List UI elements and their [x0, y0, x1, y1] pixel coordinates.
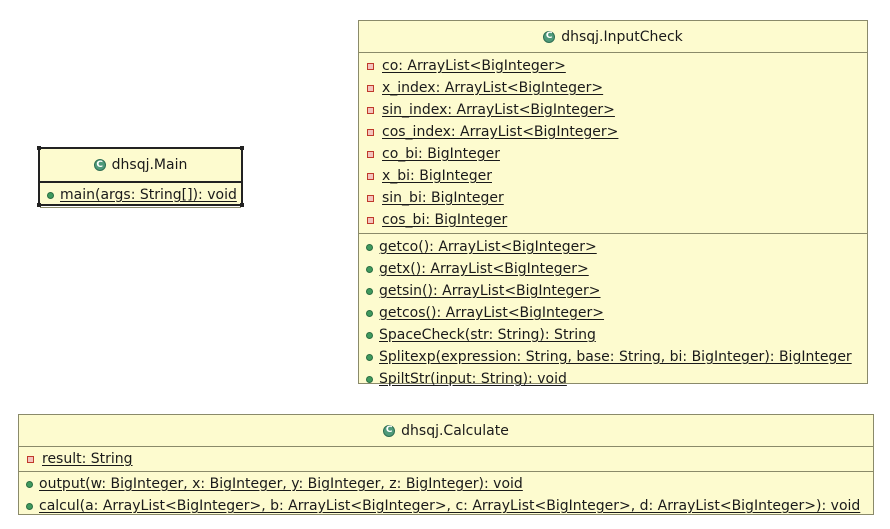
field-row[interactable]: x_index: ArrayList<BigInteger>: [359, 77, 867, 99]
field-row[interactable]: cos_index: ArrayList<BigInteger>: [359, 121, 867, 143]
method-row[interactable]: getx(): ArrayList<BigInteger>: [359, 258, 867, 280]
class-calculate-methods: output(w: BigInteger, x: BigInteger, y: …: [19, 472, 873, 518]
method-row[interactable]: getco(): ArrayList<BigInteger>: [359, 236, 867, 258]
class-icon: C: [93, 159, 106, 171]
class-inputcheck-fields: co: ArrayList<BigInteger> x_index: ArrayL…: [359, 53, 867, 234]
class-calculate-title: dhsqj.Calculate: [401, 422, 509, 439]
public-method-icon: [366, 309, 373, 317]
class-calculate-header: C dhsqj.Calculate: [19, 415, 873, 447]
public-method-icon: [26, 480, 33, 488]
class-inputcheck-header: C dhsqj.InputCheck: [359, 21, 867, 53]
selection-handle[interactable]: [240, 146, 244, 150]
private-field-icon: [367, 216, 374, 224]
method-signature: main(args: String[]): void: [60, 187, 237, 203]
selection-handle[interactable]: [37, 203, 41, 207]
field-signature: cos_index: ArrayList<BigInteger>: [382, 124, 619, 140]
public-method-icon: [366, 243, 373, 251]
field-row[interactable]: cos_bi: BigInteger: [359, 209, 867, 231]
field-row[interactable]: sin_index: ArrayList<BigInteger>: [359, 99, 867, 121]
public-method-icon: [26, 502, 33, 510]
field-row[interactable]: x_bi: BigInteger: [359, 165, 867, 187]
class-icon: C: [543, 30, 556, 43]
class-main[interactable]: C dhsqj.Main main(args: String[]): void: [37, 146, 244, 208]
field-signature: result: String: [42, 451, 133, 467]
method-signature: getx(): ArrayList<BigInteger>: [379, 261, 589, 277]
private-field-icon: [367, 62, 374, 70]
field-row[interactable]: co: ArrayList<BigInteger>: [359, 55, 867, 77]
public-method-icon: [366, 331, 373, 339]
class-icon: C: [383, 424, 396, 437]
private-field-icon: [367, 150, 374, 158]
method-row[interactable]: calcul(a: ArrayList<BigInteger>, b: Arra…: [19, 495, 873, 517]
method-signature: getcos(): ArrayList<BigInteger>: [379, 305, 605, 321]
class-inputcheck-title: dhsqj.InputCheck: [561, 28, 683, 45]
selection-handle[interactable]: [240, 203, 244, 207]
class-main-title: dhsqj.Main: [111, 157, 188, 173]
method-row[interactable]: getsin(): ArrayList<BigInteger>: [359, 280, 867, 302]
private-field-icon: [367, 128, 374, 136]
method-signature: SpiltStr(input: String): void: [379, 371, 567, 387]
private-field-icon: [367, 194, 374, 202]
class-main-methods: main(args: String[]): void: [40, 183, 241, 208]
private-field-icon: [27, 455, 34, 463]
field-signature: x_bi: BigInteger: [382, 168, 492, 184]
method-signature: calcul(a: ArrayList<BigInteger>, b: Arra…: [39, 498, 861, 514]
method-row[interactable]: SpaceCheck(str: String): String: [359, 324, 867, 346]
public-method-icon: [366, 353, 373, 361]
method-row[interactable]: SpiltStr(input: String): void: [359, 368, 867, 390]
private-field-icon: [367, 84, 374, 92]
field-row[interactable]: co_bi: BigInteger: [359, 143, 867, 165]
method-signature: getsin(): ArrayList<BigInteger>: [379, 283, 601, 299]
selection-handle[interactable]: [37, 146, 41, 150]
class-calculate[interactable]: C dhsqj.Calculate result: String output(…: [18, 414, 874, 515]
method-row[interactable]: Splitexp(expression: String, base: Strin…: [359, 346, 867, 368]
public-method-icon: [366, 265, 373, 273]
method-row[interactable]: getcos(): ArrayList<BigInteger>: [359, 302, 867, 324]
public-method-icon: [47, 191, 54, 199]
method-signature: Splitexp(expression: String, base: Strin…: [379, 349, 852, 365]
class-inputcheck[interactable]: C dhsqj.InputCheck co: ArrayList<BigInte…: [358, 20, 868, 387]
private-field-icon: [367, 172, 374, 180]
method-signature: getco(): ArrayList<BigInteger>: [379, 239, 597, 255]
method-row[interactable]: main(args: String[]): void: [40, 184, 241, 206]
field-signature: cos_bi: BigInteger: [382, 212, 508, 228]
field-signature: co: ArrayList<BigInteger>: [382, 58, 566, 74]
class-inputcheck-methods: getco(): ArrayList<BigInteger> getx(): Ar…: [359, 234, 867, 392]
field-signature: sin_index: ArrayList<BigInteger>: [382, 102, 615, 118]
class-main-header: C dhsqj.Main: [40, 149, 241, 183]
class-calculate-fields: result: String: [19, 447, 873, 472]
field-signature: co_bi: BigInteger: [382, 146, 500, 162]
field-row[interactable]: sin_bi: BigInteger: [359, 187, 867, 209]
method-signature: output(w: BigInteger, x: BigInteger, y: …: [39, 476, 523, 492]
field-signature: x_index: ArrayList<BigInteger>: [382, 80, 604, 96]
field-signature: sin_bi: BigInteger: [382, 190, 504, 206]
public-method-icon: [366, 287, 373, 295]
method-row[interactable]: output(w: BigInteger, x: BigInteger, y: …: [19, 473, 873, 495]
public-method-icon: [366, 375, 373, 383]
field-row[interactable]: result: String: [19, 448, 873, 470]
private-field-icon: [367, 106, 374, 114]
method-signature: SpaceCheck(str: String): String: [379, 327, 596, 343]
